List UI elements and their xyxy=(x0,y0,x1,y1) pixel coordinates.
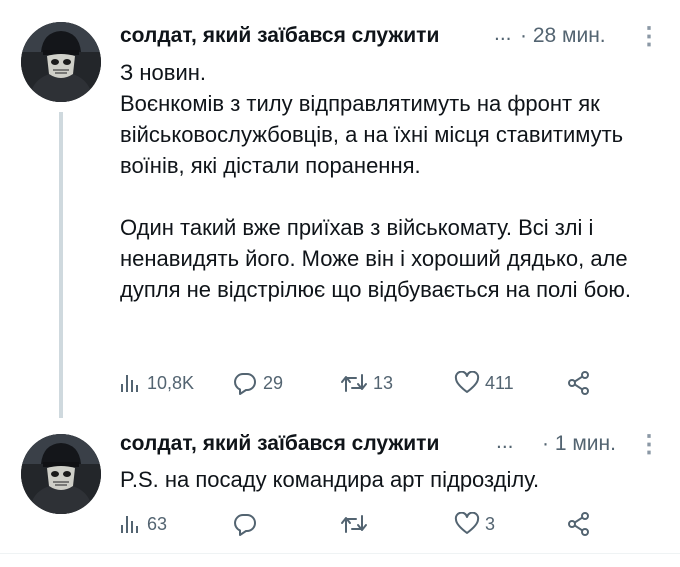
share-button[interactable] xyxy=(566,509,592,539)
like-button[interactable]: 411 xyxy=(454,368,514,398)
repost-button[interactable] xyxy=(340,509,373,539)
repost-icon xyxy=(340,512,368,536)
like-count: 411 xyxy=(485,372,514,393)
tweet-text: P.S. на посаду командира арт підрозділу. xyxy=(120,467,540,492)
avatar-image xyxy=(21,434,101,514)
repost-button[interactable]: 13 xyxy=(340,368,393,398)
repost-count: 13 xyxy=(373,372,394,393)
tweet-text: З новин. Воєнкомів з тилу відправлятимут… xyxy=(120,60,632,302)
reply-button[interactable] xyxy=(232,509,263,539)
share-icon xyxy=(566,370,592,396)
reply-button[interactable]: 29 xyxy=(232,368,283,398)
views-button[interactable]: 10,8K xyxy=(118,368,194,398)
reply-icon xyxy=(232,512,258,536)
repost-icon xyxy=(340,371,368,395)
author-name[interactable]: солдат, який заїбався служити xyxy=(120,432,439,456)
tweet[interactable]: солдат, який заїбався служити ... · 28 м… xyxy=(0,0,680,418)
avatar[interactable] xyxy=(21,22,101,102)
divider xyxy=(0,553,680,554)
tweet[interactable]: солдат, який заїбався служити ... · 1 ми… xyxy=(0,418,680,567)
name-ellipsis: ... xyxy=(496,430,514,453)
views-icon xyxy=(118,371,142,395)
reply-count: 29 xyxy=(263,372,284,393)
more-icon[interactable]: ⋮ xyxy=(637,22,661,51)
tweet-header: солдат, який заїбався служити ... · 28 м… xyxy=(120,22,661,52)
name-ellipsis: ... xyxy=(494,22,512,45)
timestamp[interactable]: · 28 мин. xyxy=(520,24,606,48)
avatar[interactable] xyxy=(21,434,101,514)
views-button[interactable]: 63 xyxy=(118,509,167,539)
author-name[interactable]: солдат, який заїбався служити xyxy=(120,24,439,48)
thread-line xyxy=(59,112,63,418)
views-count: 10,8K xyxy=(147,372,195,393)
share-icon xyxy=(566,511,592,537)
tweet-header: солдат, який заїбався служити ... · 1 ми… xyxy=(120,430,661,460)
like-icon xyxy=(454,371,480,395)
avatar-image xyxy=(21,22,101,102)
reply-icon xyxy=(232,371,258,395)
like-count: 3 xyxy=(485,513,496,534)
action-bar: 10,8K 29 13 411 xyxy=(118,368,608,398)
timestamp[interactable]: · 1 мин. xyxy=(542,432,616,456)
action-bar: 63 3 xyxy=(118,509,608,539)
like-button[interactable]: 3 xyxy=(454,509,495,539)
views-icon xyxy=(118,512,142,536)
more-icon[interactable]: ⋮ xyxy=(637,430,661,459)
share-button[interactable] xyxy=(566,368,592,398)
views-count: 63 xyxy=(147,513,168,534)
like-icon xyxy=(454,512,480,536)
